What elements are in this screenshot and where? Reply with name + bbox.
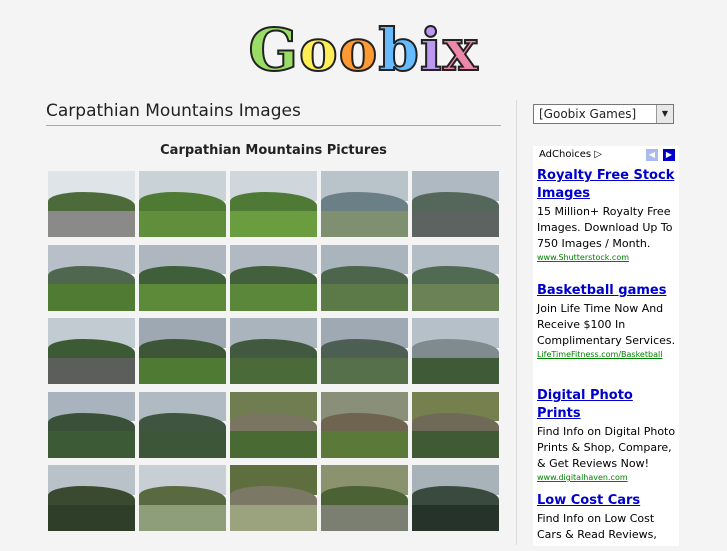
thumbnail-ground xyxy=(230,284,317,311)
ad-url-link[interactable]: www.Shutterstock.com xyxy=(537,252,677,264)
thumbnail-ground xyxy=(48,284,135,311)
gallery-thumbnail[interactable] xyxy=(139,318,226,384)
gallery-thumbnail[interactable] xyxy=(139,171,226,237)
ad-title-link[interactable]: Low Cost Cars xyxy=(537,492,677,510)
ad-url-link[interactable]: LifeTimeFitness.com/Basketball xyxy=(537,349,677,361)
thumbnail-ground xyxy=(230,210,317,237)
ad-title-link[interactable]: Basketball games xyxy=(537,282,677,300)
logo-letter: o xyxy=(338,15,379,85)
gallery-thumbnail[interactable] xyxy=(230,318,317,384)
thumbnail-ground xyxy=(139,284,226,311)
logo-area: Goobix xyxy=(0,14,727,86)
thumbnail-ground xyxy=(321,210,408,237)
gallery-thumbnail[interactable] xyxy=(48,391,135,458)
ad-prev-icon[interactable]: ◀ xyxy=(646,149,658,161)
logo-letter: x xyxy=(442,15,479,85)
logo-letter: G xyxy=(247,15,299,85)
thumbnail-ground xyxy=(412,431,499,458)
gallery-thumbnail[interactable] xyxy=(139,244,226,311)
thumbnail-ground xyxy=(139,357,226,384)
ad-url-link[interactable]: www.digitalhaven.com xyxy=(537,472,677,484)
gallery-thumbnail[interactable] xyxy=(48,465,135,531)
image-gallery-grid xyxy=(48,171,503,551)
thumbnail-ground xyxy=(230,504,317,531)
ad-body: 15 Million+ Royalty Free Images. Downloa… xyxy=(537,205,673,250)
gallery-thumbnail[interactable] xyxy=(321,171,408,237)
thumbnail-ground xyxy=(48,504,135,531)
thumbnail-ground xyxy=(139,431,226,458)
gallery-thumbnail[interactable] xyxy=(230,465,317,531)
ad-title-link[interactable]: Royalty Free Stock Images xyxy=(537,167,677,203)
thumbnail-ground xyxy=(321,504,408,531)
gallery-thumbnail[interactable] xyxy=(139,465,226,531)
thumbnail-ground xyxy=(321,284,408,311)
thumbnail-ground xyxy=(139,504,226,531)
gallery-thumbnail[interactable] xyxy=(230,244,317,311)
thumbnail-ground xyxy=(321,431,408,458)
ad-body: Find Info on Low Cost Cars & Read Review… xyxy=(537,512,657,541)
games-select-value: [Goobix Games] xyxy=(539,107,637,121)
ad-body: Join Life Time Now And Receive $100 In C… xyxy=(537,302,676,347)
gallery-thumbnail[interactable] xyxy=(230,171,317,237)
thumbnail-ground xyxy=(230,357,317,384)
gallery-title: Carpathian Mountains Pictures xyxy=(160,143,387,158)
gallery-thumbnail[interactable] xyxy=(321,391,408,458)
thumbnail-ground xyxy=(412,210,499,237)
ad-item: Royalty Free Stock Images 15 Million+ Ro… xyxy=(537,167,677,264)
ad-body: Find Info on Digital Photo Prints & Shop… xyxy=(537,425,676,470)
column-divider xyxy=(516,100,517,545)
gallery-thumbnail[interactable] xyxy=(412,318,499,384)
gallery-thumbnail[interactable] xyxy=(139,391,226,458)
gallery-thumbnail[interactable] xyxy=(321,244,408,311)
thumbnail-ground xyxy=(48,431,135,458)
gallery-thumbnail[interactable] xyxy=(321,318,408,384)
gallery-thumbnail[interactable] xyxy=(48,318,135,384)
adchoices-icon: ▷ xyxy=(594,149,602,160)
games-select[interactable]: [Goobix Games] ▼ xyxy=(533,104,674,124)
gallery-thumbnail[interactable] xyxy=(48,244,135,311)
thumbnail-ground xyxy=(412,504,499,531)
chevron-down-icon[interactable]: ▼ xyxy=(656,105,673,123)
adchoices-link[interactable]: AdChoices ▷ xyxy=(539,149,602,160)
gallery-thumbnail[interactable] xyxy=(48,171,135,237)
logo-letter: o xyxy=(298,15,339,85)
goobix-logo[interactable]: Goobix xyxy=(247,14,479,86)
gallery-thumbnail[interactable] xyxy=(412,465,499,531)
gallery-thumbnail[interactable] xyxy=(321,465,408,531)
thumbnail-ground xyxy=(48,210,135,237)
gallery-thumbnail[interactable] xyxy=(412,244,499,311)
thumbnail-ground xyxy=(139,210,226,237)
gallery-thumbnail[interactable] xyxy=(412,171,499,237)
ad-item: Digital Photo Prints Find Info on Digita… xyxy=(537,387,677,484)
page-title: Carpathian Mountains Images xyxy=(46,101,501,126)
thumbnail-ground xyxy=(412,284,499,311)
adchoices-label: AdChoices xyxy=(539,149,592,160)
logo-letter: b xyxy=(377,15,420,85)
gallery-thumbnail[interactable] xyxy=(230,391,317,458)
gallery-thumbnail[interactable] xyxy=(412,391,499,458)
thumbnail-ground xyxy=(48,357,135,384)
ad-title-link[interactable]: Digital Photo Prints xyxy=(537,387,677,423)
thumbnail-ground xyxy=(230,431,317,458)
thumbnail-ground xyxy=(321,357,408,384)
ad-item: Basketball games Join Life Time Now And … xyxy=(537,282,677,361)
ad-item: Low Cost Cars Find Info on Low Cost Cars… xyxy=(537,492,677,543)
logo-letter: i xyxy=(419,15,443,85)
ad-next-icon[interactable]: ▶ xyxy=(663,149,675,161)
thumbnail-ground xyxy=(412,357,499,384)
ad-panel: AdChoices ▷ ◀ ▶ Royalty Free Stock Image… xyxy=(533,146,679,546)
